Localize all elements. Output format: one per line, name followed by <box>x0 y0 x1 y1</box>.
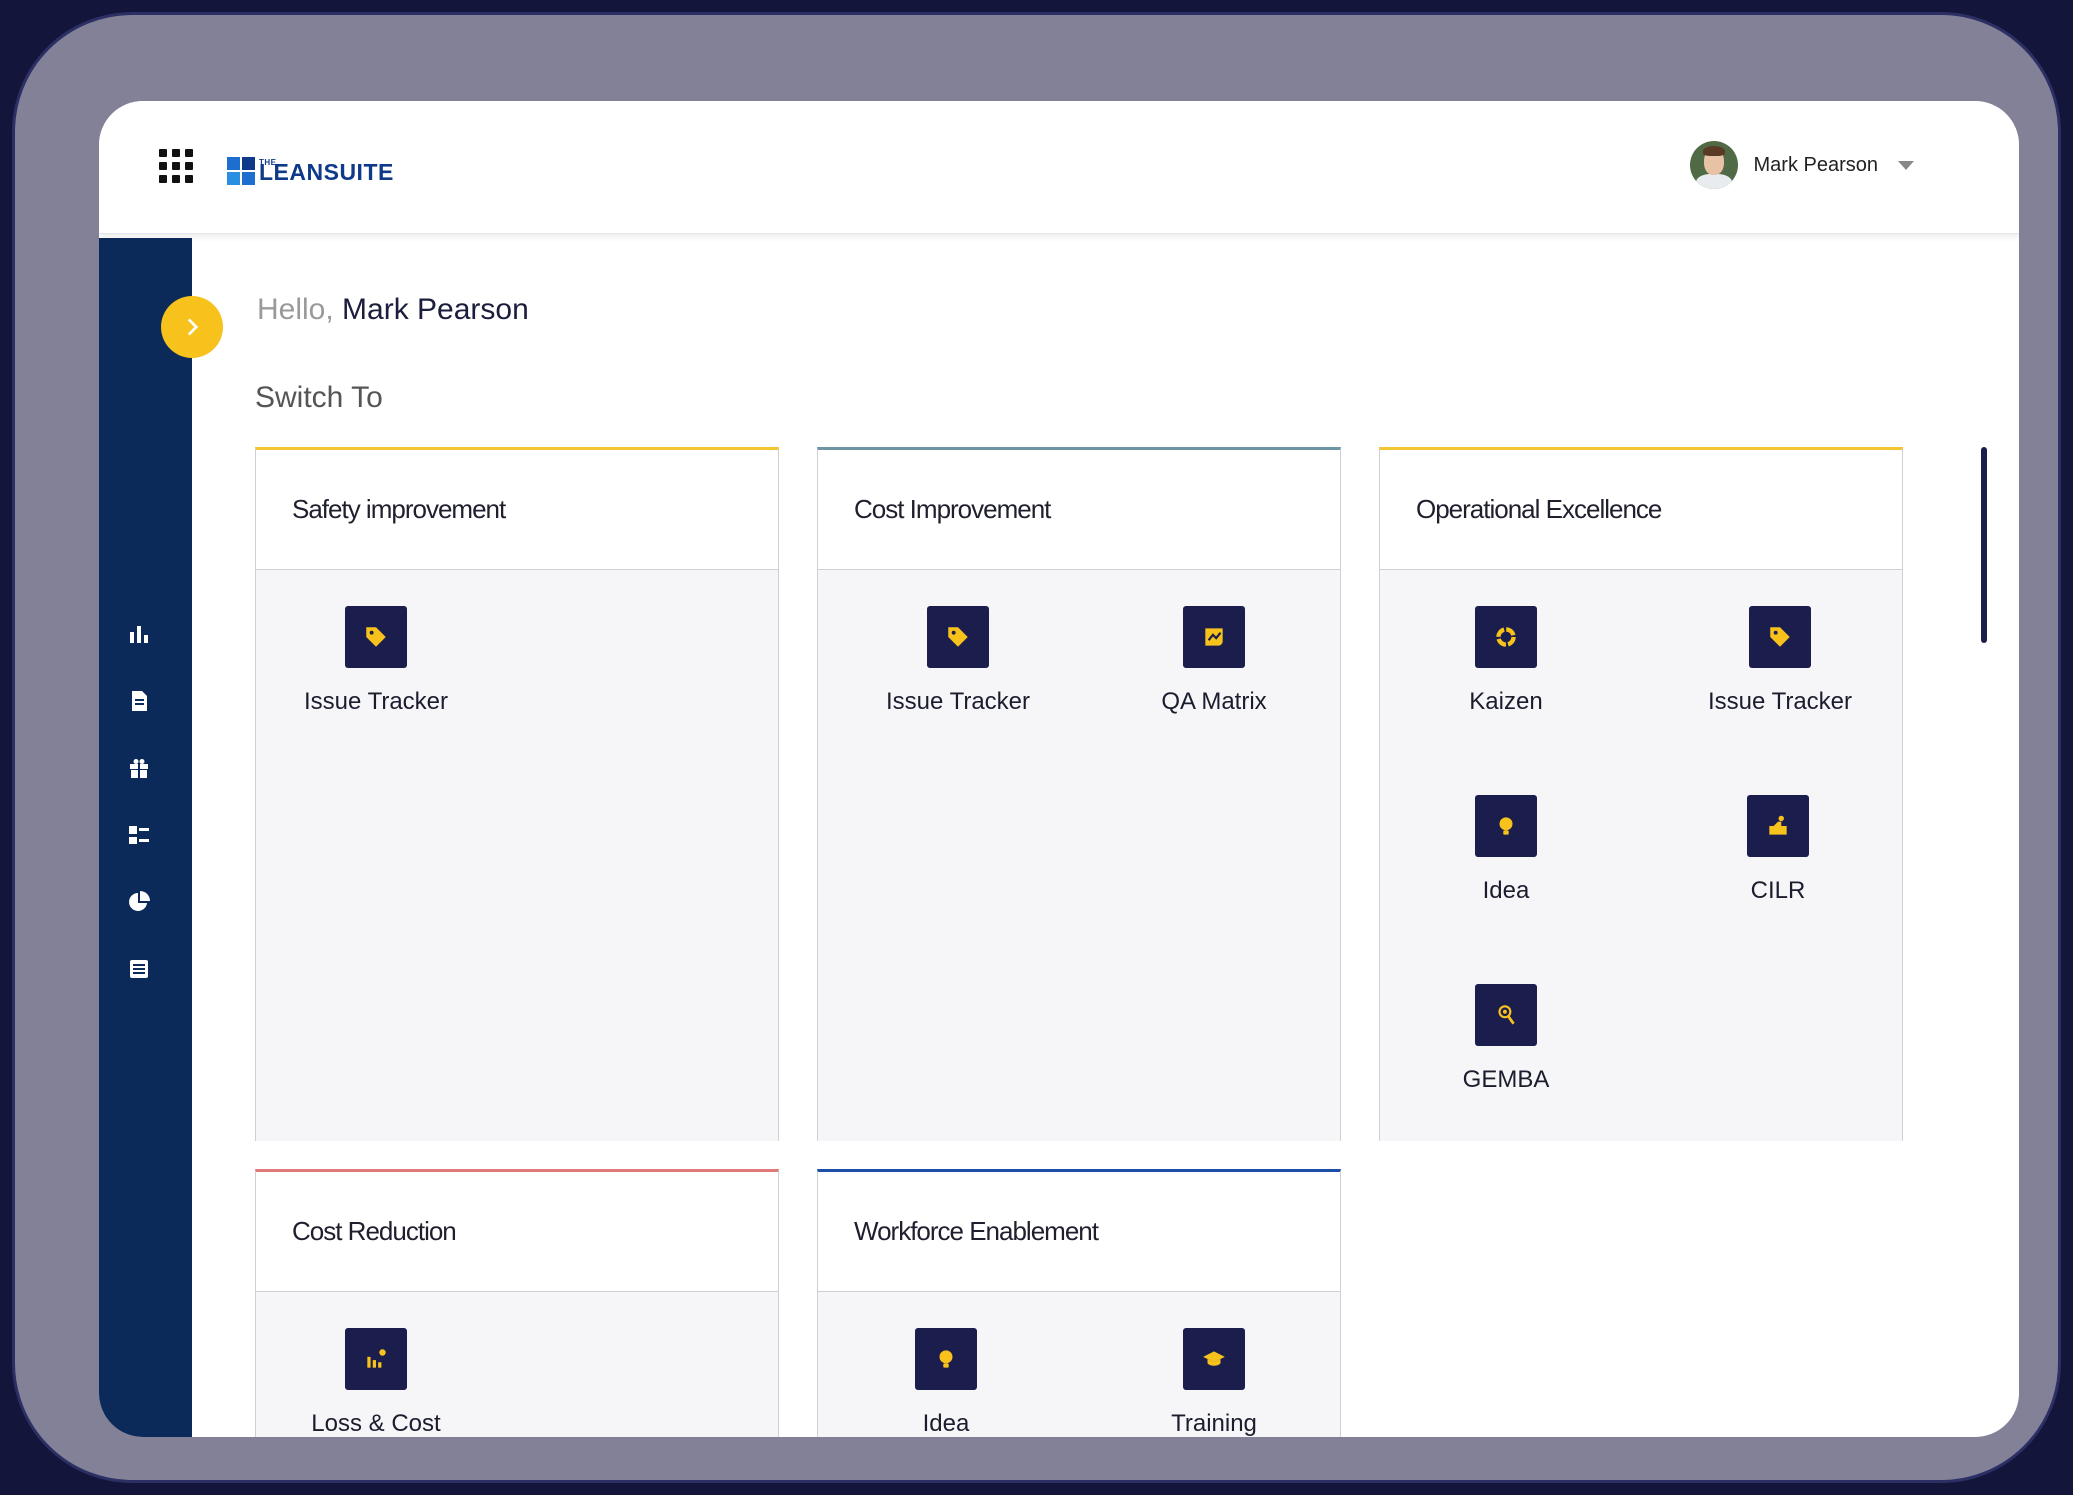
app-tile <box>1475 606 1537 668</box>
app-label: CILR <box>1750 877 1806 904</box>
checklist-icon[interactable] <box>127 823 151 847</box>
chevron-right-icon <box>187 318 199 336</box>
app-label: GEMBA <box>1462 1066 1550 1093</box>
cycle-icon <box>1496 627 1516 647</box>
card-title: Cost Improvement <box>818 450 1340 570</box>
app-tile <box>915 1328 977 1390</box>
switch-to-heading: Switch To <box>255 381 383 414</box>
chart-badge-icon <box>1205 628 1223 646</box>
app-label: QA Matrix <box>1161 688 1267 715</box>
app-tile <box>1183 606 1245 668</box>
app-label: Idea <box>922 1410 970 1437</box>
app-tile <box>927 606 989 668</box>
tag-icon <box>1770 627 1790 647</box>
app-kaizen[interactable]: Kaizen <box>1406 606 1606 716</box>
app-label: Kaizen <box>1469 688 1543 715</box>
app-tile <box>345 606 407 668</box>
app-tile <box>1475 984 1537 1046</box>
app-issue-tracker[interactable]: Issue Tracker <box>1680 606 1880 716</box>
lightbulb-icon <box>1499 817 1513 835</box>
bar-chart-icon[interactable] <box>127 622 151 646</box>
loss-chart-icon <box>367 1349 386 1368</box>
card-operational-excellence: Operational Excellence Kaizen Issue Trac… <box>1379 447 1903 1141</box>
tag-icon <box>366 627 386 647</box>
eye-search-icon <box>1498 1005 1515 1025</box>
card-title: Operational Excellence <box>1380 450 1902 570</box>
app-tile <box>1183 1328 1245 1390</box>
app-tile <box>1749 606 1811 668</box>
logo-wordmark: LEANSUITE <box>259 159 394 185</box>
avatar <box>1689 141 1738 189</box>
app-screen: THE LEANSUITE Mark Pearson Hello, Mark P… <box>99 101 2019 1437</box>
scrollbar-thumb[interactable] <box>1981 447 1987 643</box>
chevron-down-icon[interactable] <box>1898 160 1914 170</box>
sidebar <box>99 238 192 1437</box>
app-issue-tracker[interactable]: Issue Tracker <box>858 606 1058 716</box>
card-safety-improvement: Safety improvement Issue Tracker <box>255 447 779 1141</box>
app-gemba[interactable]: GEMBA <box>1406 984 1606 1094</box>
app-label: Issue Tracker <box>1707 688 1853 715</box>
card-workforce-enablement: Workforce Enablement Idea Training <box>817 1169 1341 1437</box>
sidebar-toggle-button[interactable] <box>161 296 223 358</box>
app-idea[interactable]: Idea <box>846 1328 1046 1437</box>
card-title: Safety improvement <box>256 450 778 570</box>
logo-text: THE LEANSUITE <box>259 158 394 185</box>
app-label: Issue Tracker <box>885 688 1031 715</box>
module-cards: Safety improvement Issue Tracker Cost Im… <box>255 447 1955 1437</box>
app-label: Training <box>1171 1410 1257 1437</box>
greeting-hello: Hello, <box>257 293 334 326</box>
pie-chart-icon[interactable] <box>127 890 151 914</box>
app-training[interactable]: Training <box>1114 1328 1314 1437</box>
lightbulb-icon <box>939 1350 953 1368</box>
card-cost-reduction: Cost Reduction Loss & Cost <box>255 1169 779 1437</box>
app-label: Idea <box>1482 877 1530 904</box>
greeting-user-name: Mark Pearson <box>342 293 529 326</box>
list-icon[interactable] <box>127 957 151 981</box>
logo-mark-icon <box>227 155 257 185</box>
graduation-cap-icon <box>1203 1351 1225 1366</box>
app-grid-icon[interactable] <box>159 149 193 183</box>
card-title: Cost Reduction <box>256 1172 778 1292</box>
app-tile <box>1475 795 1537 857</box>
app-qa-matrix[interactable]: QA Matrix <box>1114 606 1314 716</box>
document-icon[interactable] <box>127 689 151 713</box>
top-bar: THE LEANSUITE Mark Pearson <box>99 101 2019 234</box>
card-cost-improvement: Cost Improvement Issue Tracker QA Matrix <box>817 447 1341 1141</box>
device-frame: THE LEANSUITE Mark Pearson Hello, Mark P… <box>12 12 2061 1483</box>
hand-icon <box>1769 815 1787 835</box>
app-idea[interactable]: Idea <box>1406 795 1606 905</box>
app-tile <box>345 1328 407 1390</box>
app-label: Issue Tracker <box>303 688 449 715</box>
app-issue-tracker[interactable]: Issue Tracker <box>276 606 476 716</box>
app-label: Loss & Cost <box>311 1410 441 1437</box>
tag-icon <box>948 627 968 647</box>
app-tile <box>1747 795 1809 857</box>
user-menu[interactable]: Mark Pearson <box>1689 141 1914 189</box>
card-title: Workforce Enablement <box>818 1172 1340 1292</box>
app-cilr[interactable]: CILR <box>1678 795 1878 905</box>
gift-icon[interactable] <box>127 756 151 780</box>
user-name: Mark Pearson <box>1753 153 1879 176</box>
greeting: Hello, Mark Pearson <box>257 293 529 327</box>
logo-the: THE <box>259 158 277 167</box>
leansuite-logo[interactable]: THE LEANSUITE <box>227 149 394 185</box>
app-loss-and-cost[interactable]: Loss & Cost <box>276 1328 476 1437</box>
